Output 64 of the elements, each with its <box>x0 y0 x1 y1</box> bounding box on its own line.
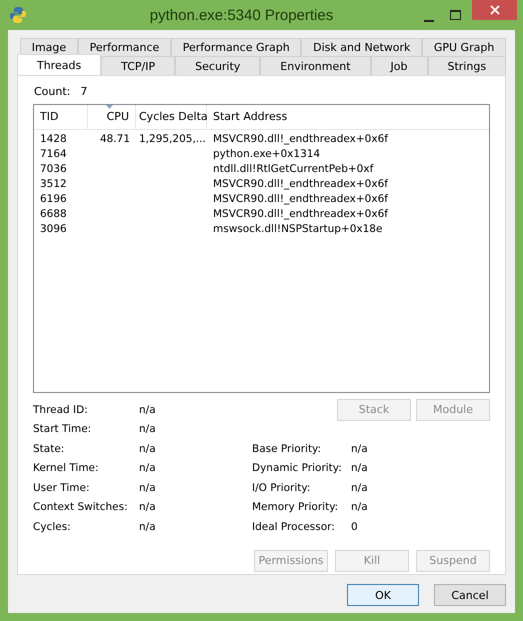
field-label: Start Time: <box>33 423 92 436</box>
table-cell-text: MSVCR90.dll!_endthreadex+0x6f <box>212 192 390 207</box>
sort-arrow-icon <box>106 105 113 109</box>
field-label: Cycles: <box>33 520 72 533</box>
table-cell-text: MSVCR90.dll!_endthreadex+0x6f <box>212 132 390 147</box>
field-label: Thread ID: <box>33 404 89 416</box>
field-value: n/a <box>139 404 157 416</box>
table-cell-text: MSVCR90.dll!_endthreadex+0x6f <box>212 177 390 192</box>
table-cell-text: 1428 <box>39 132 68 147</box>
field-value: n/a <box>139 482 157 494</box>
table-cell-text: 3096 <box>39 222 68 237</box>
tab[interactable]: GPU Graph <box>422 38 506 56</box>
table-cell-text: 7036 <box>39 162 68 177</box>
tab[interactable]: Disk and Network <box>301 38 422 56</box>
count-value: 7 <box>80 84 88 98</box>
field-label: I/O Priority: <box>252 482 312 494</box>
column-header[interactable]: TID <box>34 105 88 129</box>
table-cell-text: 6196 <box>39 192 68 207</box>
table-cell-text: python.exe+0x1314 <box>212 147 322 162</box>
table-cell-text: ntdll.dll!RtlGetCurrentPeb+0xf <box>212 162 374 177</box>
dialog-button[interactable]: Cancel <box>434 584 506 606</box>
tab[interactable]: TCP/IP <box>101 56 176 75</box>
table-cell-text: MSVCR90.dll!_endthreadex+0x6f <box>212 207 390 222</box>
close-icon <box>490 5 500 15</box>
field-label: Ideal Processor: <box>252 520 336 533</box>
dialog-button[interactable]: OK <box>347 584 419 606</box>
tab[interactable]: Threads <box>17 54 102 75</box>
field-label: Kernel Time: <box>33 462 100 474</box>
table-cell-text: 48.71 <box>98 132 131 147</box>
snake-logo-icon <box>9 6 27 24</box>
close-button[interactable] <box>472 0 517 20</box>
tab[interactable]: Security <box>175 56 260 75</box>
tab[interactable]: Strings <box>428 56 506 75</box>
field-value: n/a <box>139 520 157 533</box>
field-value: n/a <box>351 462 369 474</box>
maximize-icon <box>450 10 460 20</box>
table-cell-text: 1,295,205,... <box>138 132 207 147</box>
field-value: n/a <box>139 423 157 436</box>
minimize-icon <box>424 20 434 22</box>
window-title: python.exe:5340 Properties <box>148 6 334 24</box>
field-value: 0 <box>351 520 359 533</box>
field-value: n/a <box>139 442 157 455</box>
tab[interactable]: Performance Graph <box>171 38 302 56</box>
field-label: Base Priority: <box>252 442 322 455</box>
field-label: Context Switches: <box>33 501 129 514</box>
tab[interactable]: Environment <box>260 56 371 75</box>
table-cell-text: mswsock.dll!NSPStartup+0x18e <box>212 222 384 237</box>
column-header[interactable]: Cycles Delta <box>136 105 207 129</box>
table-cell-text: 6688 <box>39 207 68 222</box>
tab[interactable]: Job <box>370 56 428 75</box>
tab[interactable]: Performance <box>78 38 172 56</box>
field-value: n/a <box>351 482 369 494</box>
field-label: Dynamic Priority: <box>252 462 343 474</box>
column-header[interactable]: Start Address <box>207 105 489 129</box>
table-cell-text: 7164 <box>39 147 68 162</box>
field-value: n/a <box>351 442 369 455</box>
field-value: n/a <box>351 501 369 514</box>
field-value: n/a <box>139 501 157 514</box>
field-label: State: <box>33 442 66 455</box>
field-value: n/a <box>139 462 157 474</box>
table-cell-text: 3512 <box>39 177 68 192</box>
field-label: User Time: <box>33 482 91 494</box>
count-label: Count: <box>34 84 70 98</box>
field-label: Memory Priority: <box>252 501 340 514</box>
